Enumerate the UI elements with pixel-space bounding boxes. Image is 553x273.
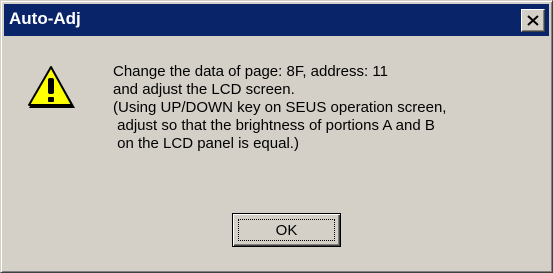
title-bar[interactable]: Auto-Adj [4, 4, 549, 36]
message-text: Change the data of page: 8F, address: 11… [113, 63, 446, 153]
window-title: Auto-Adj [9, 9, 81, 28]
warning-icon [28, 66, 75, 108]
auto-adj-dialog: Auto-Adj Change the data of page: 8F, ad… [0, 0, 553, 273]
ok-button-label: OK [275, 222, 298, 239]
message-line: (Using UP/DOWN key on SEUS operation scr… [113, 99, 447, 116]
message-line: adjust so that the brightness of portion… [113, 117, 435, 134]
close-icon [527, 15, 539, 26]
close-button[interactable] [521, 9, 545, 32]
message-line: Change the data of page: 8F, address: 11 [113, 63, 388, 80]
message-line: and adjust the LCD screen. [113, 81, 295, 98]
ok-button[interactable]: OK [232, 213, 341, 247]
message-line: on the LCD panel is equal.) [113, 135, 299, 152]
